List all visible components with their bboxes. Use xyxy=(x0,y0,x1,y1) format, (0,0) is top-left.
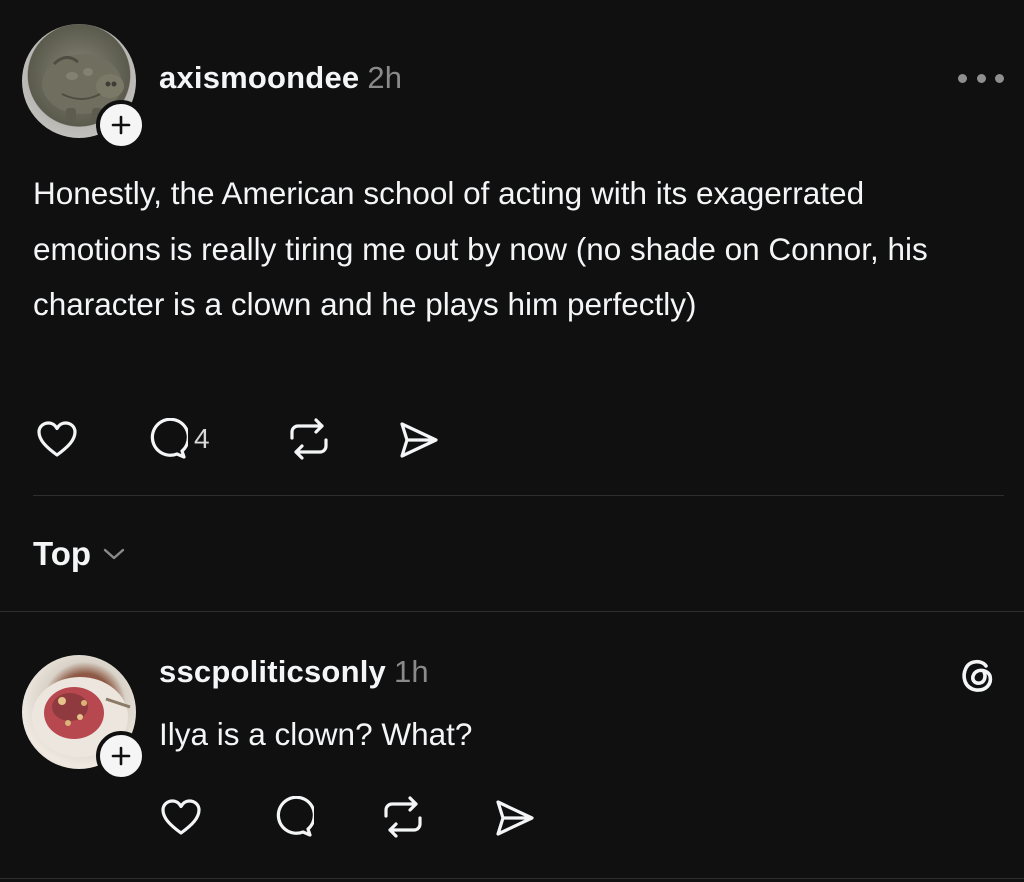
sort-label: Top xyxy=(33,535,92,572)
reply-like-button[interactable] xyxy=(160,798,202,836)
bottom-divider xyxy=(0,878,1024,879)
post-timestamp: 2h xyxy=(367,60,403,95)
post-body: Honestly, the American school of acting … xyxy=(33,175,928,322)
reply-share-button[interactable] xyxy=(494,798,536,838)
share-icon xyxy=(496,800,534,836)
more-icon[interactable] xyxy=(958,70,1004,86)
section-divider xyxy=(0,611,1024,612)
repost-icon xyxy=(384,796,422,838)
reply-repost-button[interactable] xyxy=(380,796,426,838)
post-author[interactable]: axismoondee 2h xyxy=(159,60,402,96)
repost-button[interactable] xyxy=(286,418,332,460)
sort-dropdown[interactable]: Top xyxy=(33,535,125,573)
comment-icon xyxy=(150,418,188,459)
comment-icon xyxy=(276,796,314,837)
threads-logo-icon[interactable] xyxy=(954,652,1000,698)
share-button[interactable] xyxy=(398,420,440,460)
heart-icon xyxy=(37,421,77,457)
reply-username[interactable]: sscpoliticsonly xyxy=(159,654,386,689)
follow-plus-icon[interactable] xyxy=(96,100,146,150)
thread-view: axismoondee 2h Honestly, the American sch… xyxy=(0,0,1024,882)
repost-icon xyxy=(290,418,328,460)
like-button[interactable] xyxy=(36,420,78,458)
reply-body: Ilya is a clown? What? xyxy=(159,716,473,752)
reply-comment-button[interactable] xyxy=(270,796,314,838)
post-username[interactable]: axismoondee xyxy=(159,60,359,95)
heart-icon xyxy=(161,799,201,835)
post-divider xyxy=(33,495,1004,496)
share-icon xyxy=(400,422,438,458)
comment-count: 4 xyxy=(194,423,210,454)
reply-timestamp: 1h xyxy=(393,654,429,689)
chevron-down-icon xyxy=(103,548,125,560)
comment-button[interactable]: 4 xyxy=(144,418,210,460)
follow-plus-icon[interactable] xyxy=(96,731,146,781)
reply-author[interactable]: sscpoliticsonly 1h xyxy=(159,654,429,690)
